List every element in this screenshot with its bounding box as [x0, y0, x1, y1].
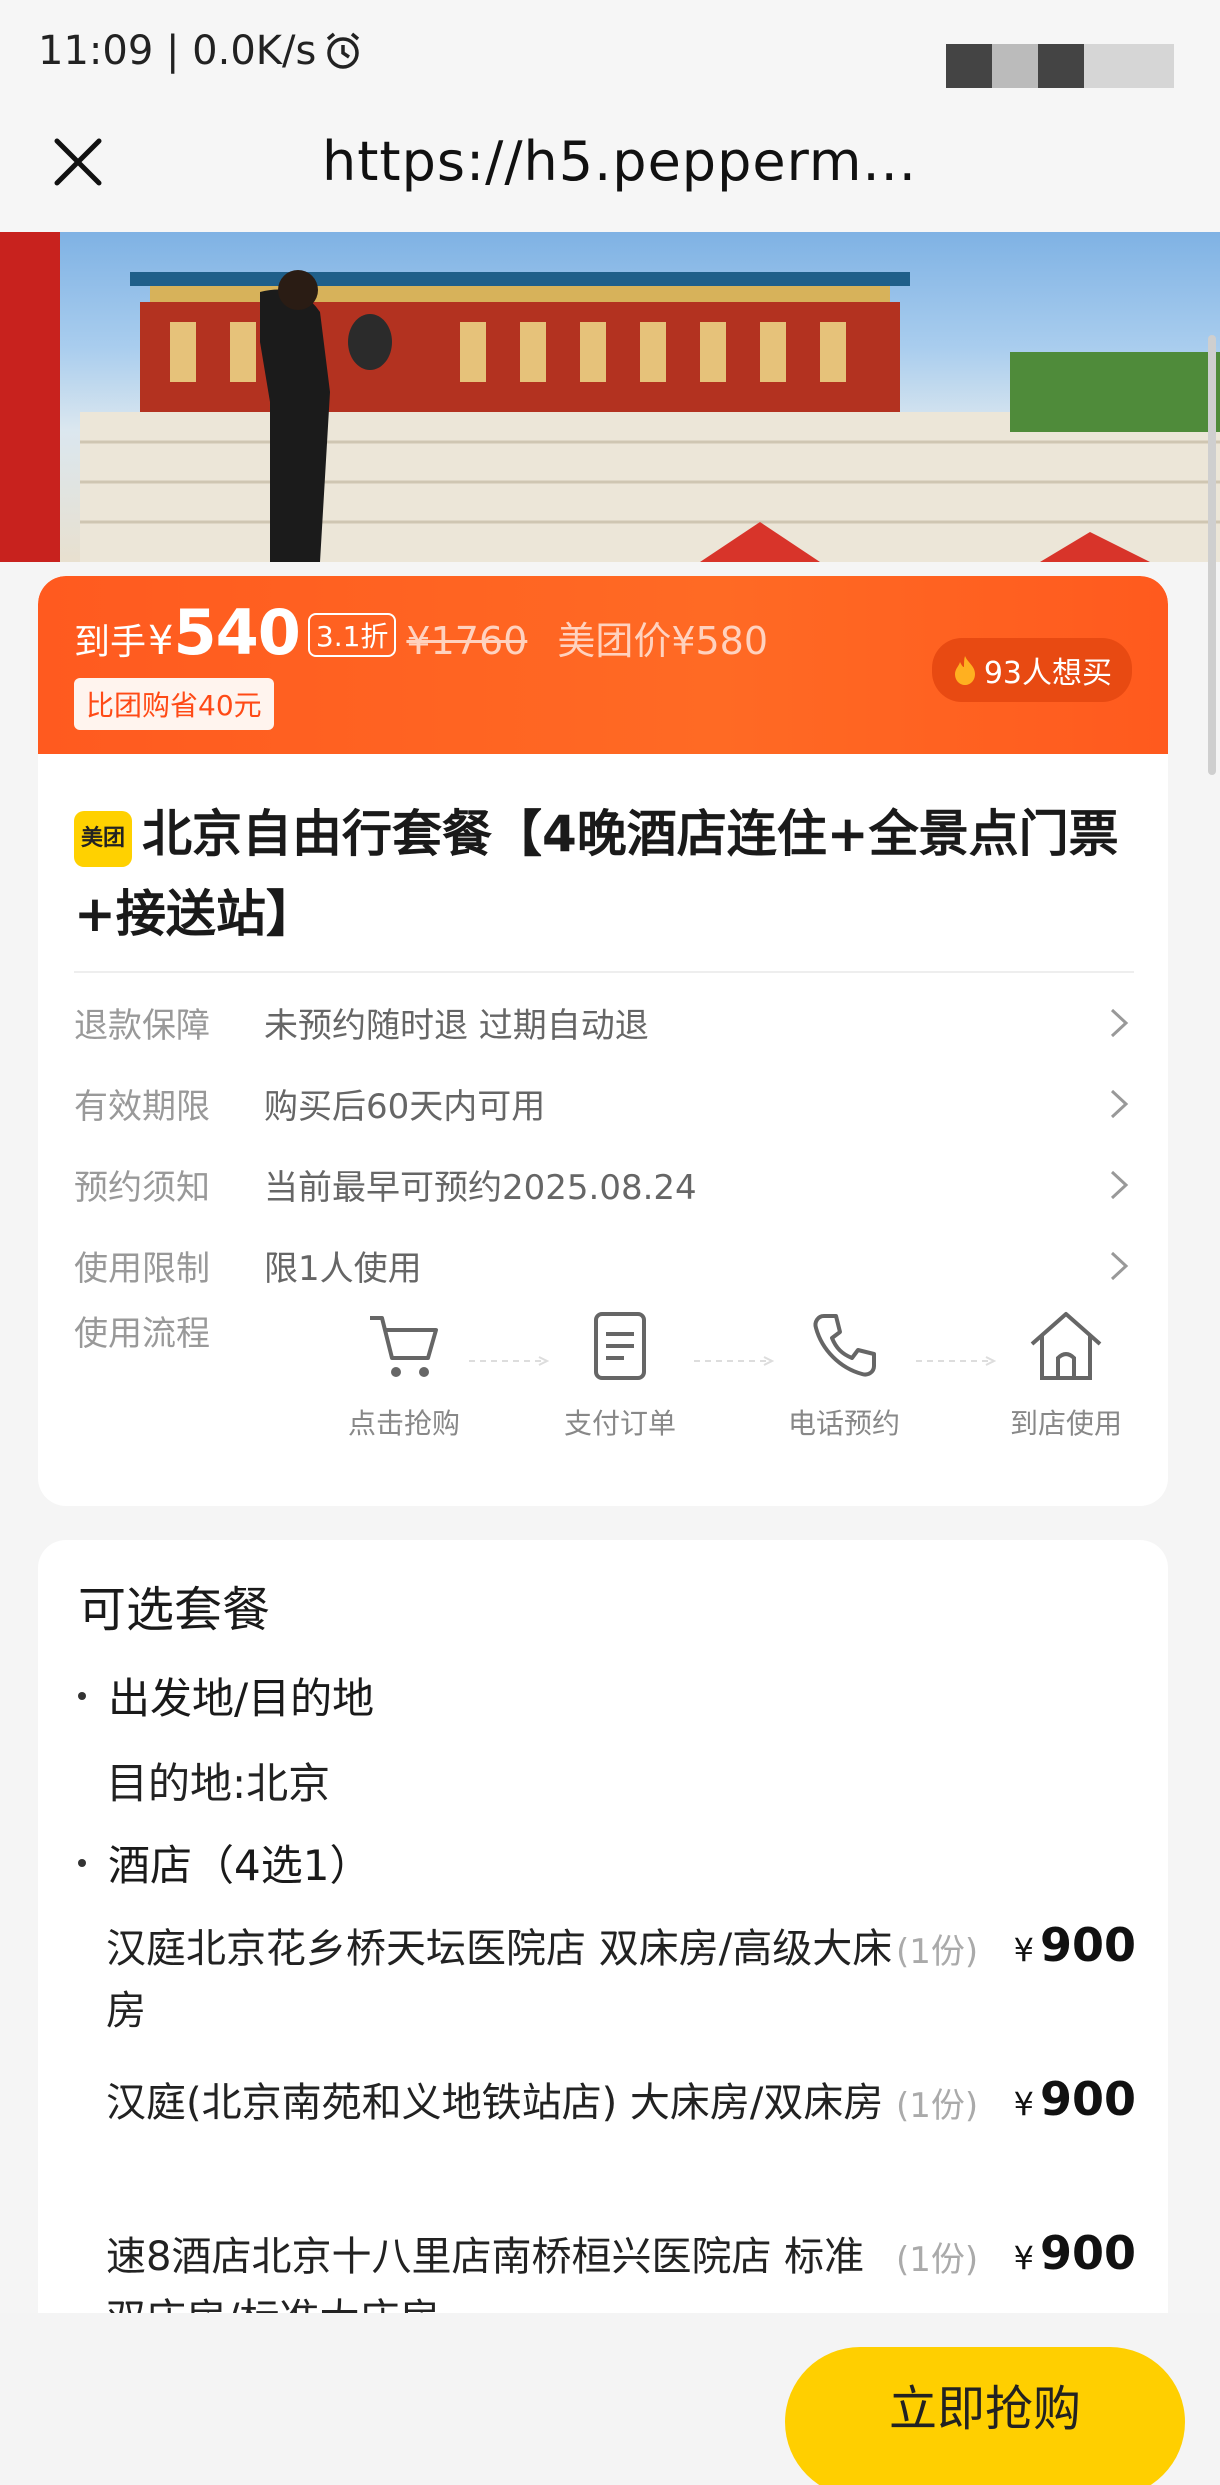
hotel-price: ¥900	[1014, 1918, 1136, 1972]
hotel-qty: (1份)	[896, 2086, 979, 2126]
price-banner: 到手 ¥ 540 3.1折 ¥1760 美团价¥580 比团购省40元 93人想…	[38, 576, 1168, 754]
divider	[74, 971, 1134, 973]
home-icon	[1030, 1312, 1102, 1380]
origin-head-text: 出发地/目的地	[108, 1674, 375, 1723]
product-card: 到手 ¥ 540 3.1折 ¥1760 美团价¥580 比团购省40元 93人想…	[38, 576, 1168, 1506]
process-step-pay: 支付订单	[530, 1306, 710, 1442]
document-icon	[594, 1312, 646, 1380]
chevron-right-icon	[1110, 1251, 1129, 1281]
currency-symbol: ¥	[1013, 2085, 1034, 2123]
chevron-right-icon	[1110, 1170, 1129, 1200]
chevron-right-icon	[1110, 1008, 1129, 1038]
info-label: 有效期限	[74, 1087, 210, 1127]
browser-header: https://h5.pepperm...	[0, 110, 1220, 232]
hotel-option[interactable]: 汉庭(北京南苑和义地铁站店) 大床房/双床房 (1份) ¥900	[106, 2072, 1136, 2134]
info-row-booking[interactable]: 预约须知 当前最早可预约2025.08.24	[74, 1144, 1134, 1225]
price-prefix: 到手	[74, 622, 147, 663]
discount-tag: 3.1折	[307, 613, 397, 657]
original-price: ¥1760	[406, 619, 528, 663]
price-amount: 540	[173, 596, 300, 669]
hotel-price: ¥900	[1014, 2226, 1136, 2280]
savings-badge: 比团购省40元	[74, 678, 274, 730]
want-count-badge: 93人想买	[931, 638, 1132, 702]
info-label: 预约须知	[74, 1168, 210, 1208]
temple-of-heaven-photo	[0, 232, 1220, 562]
package-options-card: 可选套餐 出发地/目的地 目的地:北京 酒店（4选1） 汉庭北京花乡桥天坛医院店…	[38, 1540, 1168, 2320]
process-step-call: 电话预约	[754, 1306, 934, 1442]
info-label: 使用限制	[74, 1249, 210, 1289]
info-value: 未预约随时退 过期自动退	[264, 1006, 649, 1046]
info-value: 购买后60天内可用	[264, 1087, 546, 1127]
hotel-price-value: 900	[1039, 2072, 1136, 2126]
hotel-name: 速8酒店北京十八里店南桥桓兴医院店 标准双床房/标准大床房	[106, 2234, 865, 2320]
chevron-right-icon	[1110, 1089, 1129, 1119]
info-value: 当前最早可预约2025.08.24	[264, 1168, 697, 1208]
product-title: 美团 北京自由行套餐【4晚酒店连住+全景点门票+接送站】	[74, 794, 1134, 954]
info-value: 限1人使用	[264, 1249, 422, 1289]
status-time-text: 11:09 | 0.0K/s	[38, 28, 317, 74]
status-time: 11:09 | 0.0K/s	[38, 28, 364, 74]
hotel-price-value: 900	[1039, 2226, 1136, 2280]
hotel-name: 汉庭(北京南苑和义地铁站店) 大床房/双床房	[106, 2080, 884, 2126]
process-step-visit: 到店使用	[976, 1306, 1156, 1442]
product-title-text: 北京自由行套餐【4晚酒店连住+全景点门票+接送站】	[74, 805, 1119, 943]
hotel-qty: (1份)	[896, 1932, 979, 1972]
status-indicators	[946, 44, 1174, 88]
hotel-price: ¥900	[1014, 2072, 1136, 2126]
currency-symbol: ¥	[1013, 2239, 1034, 2277]
hotel-qty: (1份)	[896, 2240, 979, 2280]
hero-image	[0, 232, 1220, 562]
info-list: 退款保障 未预约随时退 过期自动退 有效期限 购买后60天内可用 预约须知 当前…	[74, 982, 1134, 1306]
status-bar: 11:09 | 0.0K/s	[0, 0, 1220, 110]
options-title: 可选套餐	[78, 1582, 271, 1638]
usage-process: 使用流程 点击抢购 支付订单 电话预约 到店使用	[74, 1306, 1134, 1476]
hotel-section-head: 酒店（4选1）	[78, 1832, 371, 1893]
info-row-refund[interactable]: 退款保障 未预约随时退 过期自动退	[74, 982, 1134, 1063]
hotel-head-text: 酒店（4选1）	[108, 1841, 372, 1890]
page-url: https://h5.pepperm...	[322, 130, 917, 193]
price-row: 到手 ¥ 540 3.1折 ¥1760 美团价¥580	[74, 596, 768, 669]
meituan-price: 美团价¥580	[557, 619, 769, 663]
phone-icon	[813, 1314, 876, 1377]
meituan-logo: 美团	[74, 811, 132, 867]
alarm-clock-icon	[327, 32, 360, 69]
info-row-validity[interactable]: 有效期限 购买后60天内可用	[74, 1063, 1134, 1144]
hotel-name: 汉庭北京花乡桥天坛医院店 双床房/高级大床房	[106, 1926, 893, 2034]
step-label: 电话预约	[787, 1407, 900, 1440]
step-label: 点击抢购	[347, 1407, 460, 1440]
close-icon	[54, 138, 102, 186]
want-count-text: 93人想买	[983, 656, 1112, 691]
process-step-buy: 点击抢购	[314, 1306, 494, 1442]
info-row-usage-limit[interactable]: 使用限制 限1人使用	[74, 1225, 1134, 1306]
cart-icon	[370, 1316, 438, 1377]
currency-symbol: ¥	[1013, 1931, 1034, 1969]
hotel-option[interactable]: 汉庭北京花乡桥天坛医院店 双床房/高级大床房 (1份) ¥900	[106, 1918, 1136, 2042]
scrollbar[interactable]	[1208, 335, 1216, 775]
close-button[interactable]	[48, 132, 108, 192]
step-label: 支付订单	[563, 1407, 676, 1440]
info-label: 退款保障	[74, 1006, 210, 1046]
step-label: 到店使用	[1009, 1407, 1122, 1440]
bullet	[78, 1691, 86, 1700]
hotel-price-value: 900	[1039, 1918, 1136, 1972]
price-currency: ¥	[148, 618, 174, 664]
hotel-option[interactable]: 速8酒店北京十八里店南桥桓兴医院店 标准双床房/标准大床房 (1份) ¥900	[106, 2226, 1136, 2320]
destination-text: 目的地:北京	[106, 1759, 331, 1808]
bullet	[78, 1858, 86, 1867]
fire-icon	[954, 656, 975, 685]
buy-now-button[interactable]: 立即抢购	[785, 2347, 1185, 2485]
origin-section-head: 出发地/目的地	[78, 1665, 374, 1726]
process-label: 使用流程	[74, 1314, 210, 1354]
bottom-action-bar: 立即抢购	[0, 2313, 1220, 2485]
